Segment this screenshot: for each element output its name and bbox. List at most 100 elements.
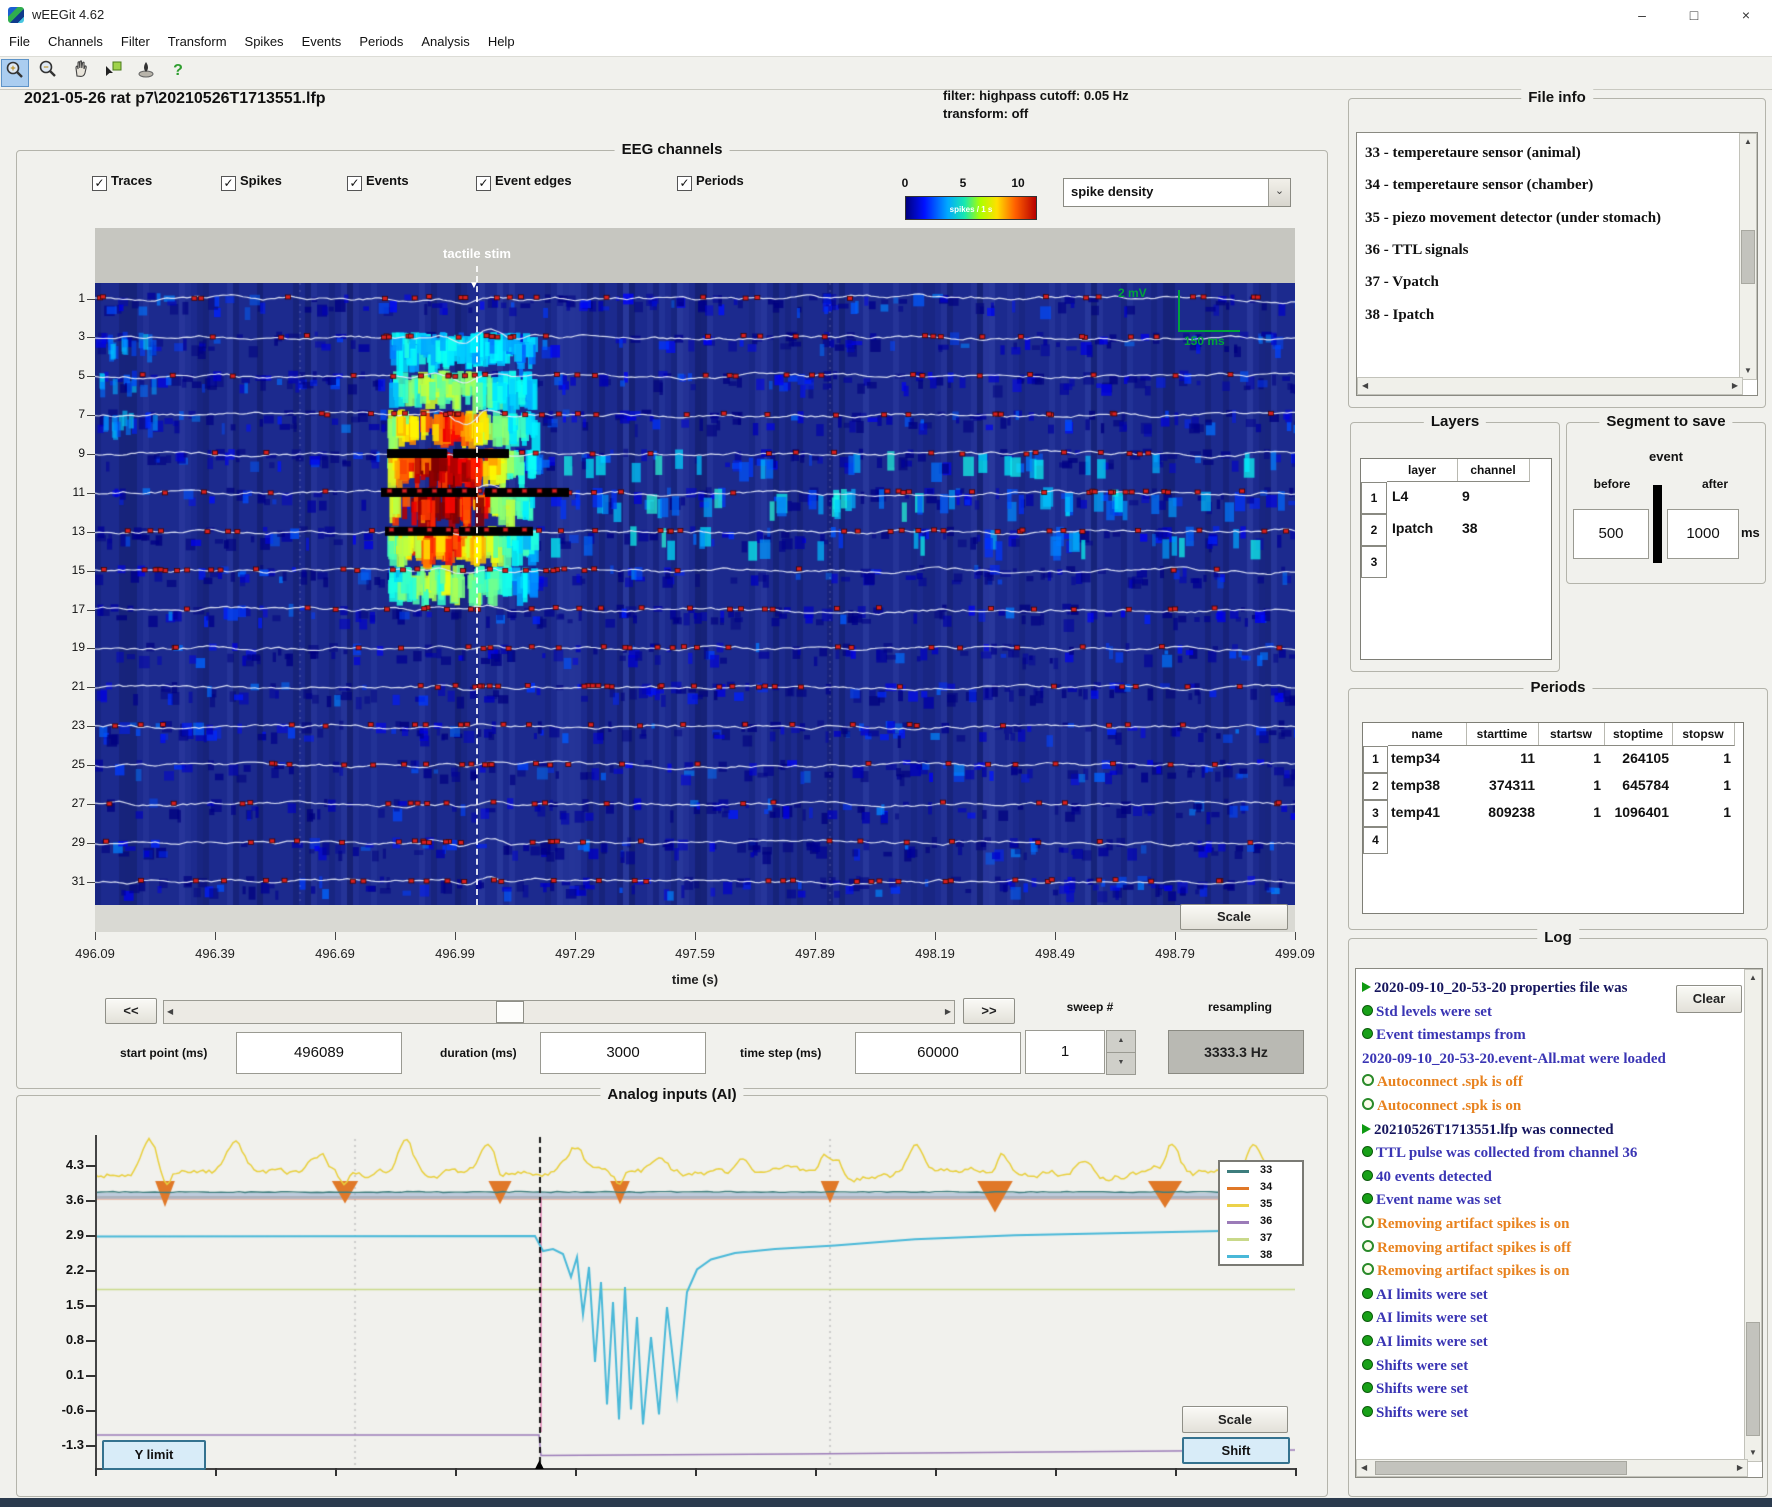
periods-cell[interactable]: temp38	[1388, 777, 1466, 793]
vscroll-thumb[interactable]	[1741, 230, 1755, 284]
time-scrollbar[interactable]: ◀ ▶	[163, 1000, 955, 1024]
scroll-right-icon[interactable]: ▶	[1737, 1464, 1743, 1472]
file-info-item[interactable]: 36 - TTL signals	[1365, 242, 1469, 259]
periods-cell[interactable]: 809238	[1466, 804, 1538, 820]
checkbox-event-edges[interactable]: ✓Event edges	[476, 172, 572, 190]
checkbox-box[interactable]: ✓	[476, 176, 491, 191]
scroll-right-icon[interactable]: ▶	[1732, 382, 1738, 390]
menu-channels[interactable]: Channels	[39, 30, 112, 49]
periods-cell[interactable]: 1	[1672, 750, 1734, 766]
start-point-input[interactable]: 496089	[236, 1032, 402, 1074]
periods-cell[interactable]: 1	[1672, 777, 1734, 793]
periods-cell[interactable]: 11	[1466, 750, 1538, 766]
file-info-item[interactable]: 33 - temperetaure sensor (animal)	[1365, 145, 1581, 162]
menu-help[interactable]: Help	[479, 30, 524, 49]
periods-cell[interactable]: temp34	[1388, 750, 1466, 766]
zoom-out-icon[interactable]: −	[35, 59, 61, 85]
minimize-button[interactable]: –	[1616, 0, 1668, 30]
periods-cell[interactable]: 1	[1538, 777, 1604, 793]
periods-rownum[interactable]: 1	[1363, 746, 1388, 773]
scroll-up-icon[interactable]: ▲	[1749, 974, 1757, 982]
y-limit-button[interactable]: Y limit	[102, 1440, 206, 1470]
periods-rownum[interactable]: 3	[1363, 800, 1388, 827]
checkbox-box[interactable]: ✓	[677, 176, 692, 191]
time-scrollbar-thumb[interactable]	[496, 1001, 524, 1023]
periods-cell[interactable]: 264105	[1604, 750, 1672, 766]
scroll-down-icon[interactable]: ▼	[1744, 367, 1752, 375]
layers-cell-layer[interactable]: Ipatch	[1392, 520, 1458, 536]
log-hscrollbar[interactable]: ◀ ▶	[1356, 1459, 1748, 1477]
ai-shift-button[interactable]: Shift	[1182, 1437, 1290, 1464]
ink-tool-icon[interactable]	[133, 59, 159, 85]
periods-cell[interactable]: temp41	[1388, 804, 1466, 820]
eeg-scale-button[interactable]: Scale	[1180, 904, 1288, 930]
file-info-list[interactable]: 33 - temperetaure sensor (animal) 34 - te…	[1356, 132, 1758, 396]
layers-table[interactable]: layerchannel1L492Ipatch383	[1360, 458, 1552, 660]
checkbox-box[interactable]: ✓	[221, 176, 236, 191]
file-info-item[interactable]: 34 - temperetaure sensor (chamber)	[1365, 177, 1593, 194]
page-forward-button[interactable]: >>	[963, 998, 1015, 1024]
close-button[interactable]: ×	[1720, 0, 1772, 30]
layers-rownum[interactable]: 2	[1361, 514, 1387, 546]
log-list[interactable]: 2020-09-10_20-53-20 properties file wasS…	[1355, 968, 1763, 1478]
menu-events[interactable]: Events	[293, 30, 351, 49]
log-clear-button[interactable]: Clear	[1676, 985, 1742, 1013]
menu-periods[interactable]: Periods	[350, 30, 412, 49]
stepper-up-icon[interactable]: ▲	[1106, 1030, 1136, 1053]
checkbox-box[interactable]: ✓	[92, 176, 107, 191]
checkbox-periods[interactable]: ✓Periods	[677, 172, 744, 190]
file-info-item[interactable]: 35 - piezo movement detector (under stom…	[1365, 210, 1661, 227]
help-icon[interactable]: ?	[165, 59, 191, 85]
periods-cell[interactable]: 1096401	[1604, 804, 1672, 820]
eeg-heatmap-plot[interactable]	[95, 283, 1295, 905]
scroll-left-icon[interactable]: ◀	[1361, 1464, 1367, 1472]
checkbox-box[interactable]: ✓	[347, 176, 362, 191]
periods-table[interactable]: namestarttimestartswstoptimestopsw1temp3…	[1362, 722, 1744, 914]
layers-cell-channel[interactable]: 38	[1462, 520, 1528, 536]
log-vscrollbar[interactable]: ▲ ▼	[1744, 969, 1762, 1462]
periods-cell[interactable]: 374311	[1466, 777, 1538, 793]
stepper-down-icon[interactable]: ▼	[1106, 1053, 1136, 1075]
periods-rownum[interactable]: 4	[1363, 827, 1388, 854]
file-info-item[interactable]: 38 - Ipatch	[1365, 307, 1434, 324]
ai-scale-button[interactable]: Scale	[1182, 1406, 1288, 1433]
ai-line-plot[interactable]	[95, 1135, 1295, 1468]
hscroll-thumb[interactable]	[1375, 1461, 1627, 1475]
chevron-down-icon[interactable]: ⌄	[1268, 179, 1290, 206]
stim-cursor-line[interactable]	[476, 266, 478, 905]
scroll-up-icon[interactable]: ▲	[1744, 138, 1752, 146]
vscroll-thumb[interactable]	[1746, 1322, 1760, 1436]
scroll-left-icon[interactable]: ◀	[1362, 382, 1368, 390]
display-mode-dropdown[interactable]: spike density ⌄	[1063, 178, 1291, 207]
file-info-item[interactable]: 37 - Vpatch	[1365, 274, 1439, 291]
file-info-hscrollbar[interactable]: ◀ ▶	[1357, 377, 1743, 395]
checkbox-events[interactable]: ✓Events	[347, 172, 409, 190]
file-info-vscrollbar[interactable]: ▲ ▼	[1739, 133, 1757, 380]
menu-transform[interactable]: Transform	[159, 30, 236, 49]
checkbox-spikes[interactable]: ✓Spikes	[221, 172, 282, 190]
pan-hand-icon[interactable]	[68, 59, 94, 85]
layers-rownum[interactable]: 1	[1361, 482, 1387, 514]
periods-cell[interactable]: 1	[1538, 750, 1604, 766]
scroll-right-icon[interactable]: ▶	[945, 1008, 951, 1016]
time-step-input[interactable]: 60000	[855, 1032, 1021, 1074]
layers-cell-channel[interactable]: 9	[1462, 488, 1528, 504]
periods-rownum[interactable]: 2	[1363, 773, 1388, 800]
page-back-button[interactable]: <<	[105, 998, 157, 1024]
connect-arrow-icon[interactable]	[100, 59, 126, 85]
sweep-stepper[interactable]: ▲ ▼	[1106, 1030, 1136, 1074]
sweep-input[interactable]: 1	[1025, 1030, 1105, 1074]
layers-rownum[interactable]: 3	[1361, 546, 1387, 578]
menu-analysis[interactable]: Analysis	[412, 30, 478, 49]
duration-input[interactable]: 3000	[540, 1032, 706, 1074]
periods-cell[interactable]: 645784	[1604, 777, 1672, 793]
menu-spikes[interactable]: Spikes	[236, 30, 293, 49]
checkbox-traces[interactable]: ✓Traces	[92, 172, 152, 190]
layers-cell-layer[interactable]: L4	[1392, 488, 1458, 504]
segment-before-input[interactable]: 500	[1573, 509, 1649, 559]
scroll-down-icon[interactable]: ▼	[1749, 1449, 1757, 1457]
periods-cell[interactable]: 1	[1672, 804, 1734, 820]
menu-filter[interactable]: Filter	[112, 30, 159, 49]
segment-after-input[interactable]: 1000	[1667, 509, 1739, 559]
scroll-left-icon[interactable]: ◀	[167, 1008, 173, 1016]
